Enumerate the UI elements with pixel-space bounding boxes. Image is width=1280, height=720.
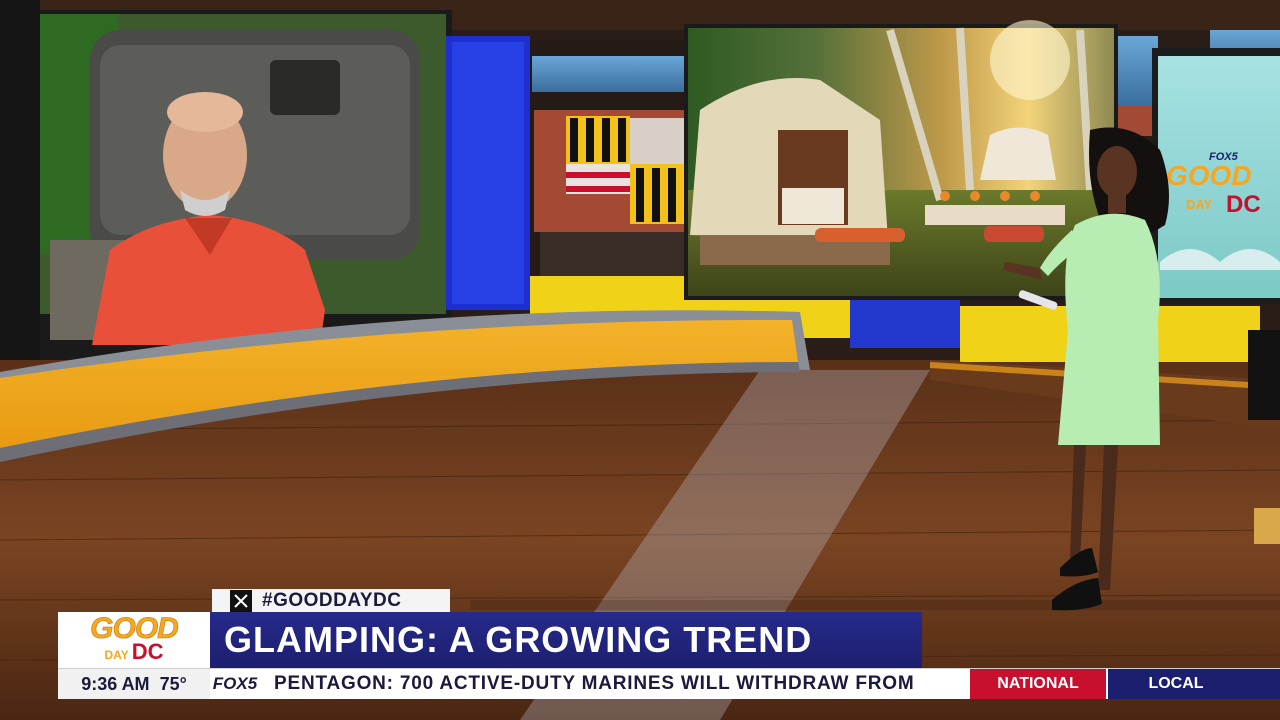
headline-text: GLAMPING: A GROWING TREND <box>224 619 813 660</box>
logo-good: GOOD <box>90 611 179 645</box>
good-day-dc-logo: GOOD DAY DC <box>58 612 210 668</box>
screen-good-label: GOOD <box>1166 160 1252 191</box>
news-ticker: 9:36 AM 75° FOX5 PENTAGON: 700 ACTIVE-DU… <box>58 668 1280 699</box>
ticker-station-logo: FOX5 <box>212 674 258 693</box>
logo-dc: DC <box>131 638 164 664</box>
ticker-temperature: 75° <box>159 673 187 694</box>
ticker-tab-local: LOCAL <box>1108 669 1244 699</box>
ticker-tab-spacer <box>1244 669 1280 699</box>
headline-bar: GLAMPING: A GROWING TREND <box>210 612 922 668</box>
ticker-tab-national: NATIONAL <box>970 669 1106 699</box>
screen-dc-label: DC <box>1226 191 1261 218</box>
time-temp-box: 9:36 AM 75° <box>58 669 210 699</box>
screen-day-label: DAY <box>1186 197 1213 212</box>
ticker-headline: PENTAGON: 700 ACTIVE-DUTY MARINES WILL W… <box>274 673 915 694</box>
ticker-time: 9:36 AM <box>81 673 150 694</box>
x-logo-icon <box>230 590 252 612</box>
logo-day: DAY <box>104 647 129 662</box>
hashtag-text: #GOODDAYDC <box>262 590 402 611</box>
